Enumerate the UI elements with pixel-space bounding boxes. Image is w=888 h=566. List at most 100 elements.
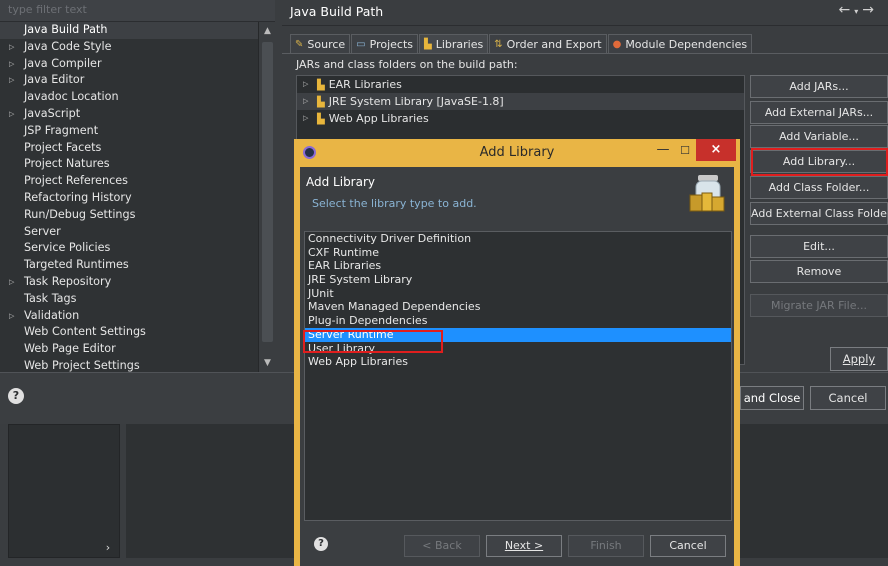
expand-arrow-icon[interactable]: ▷	[9, 56, 14, 73]
library-type-item[interactable]: JUnit	[305, 287, 731, 301]
tree-item-label: Project References	[24, 174, 128, 188]
library-type-item[interactable]: CXF Runtime	[305, 246, 731, 260]
lower-middle-panel	[126, 424, 296, 558]
tree-item[interactable]: ▷ Task Repository	[0, 274, 258, 291]
scroll-thumb[interactable]	[262, 42, 273, 342]
dialog-cancel-button[interactable]: Cancel	[650, 535, 726, 557]
forward-arrow-icon[interactable]: →	[862, 2, 878, 18]
tree-item[interactable]: ▷ Java Editor	[0, 72, 258, 89]
tree-item[interactable]: Refactoring History	[0, 190, 258, 207]
tree-item[interactable]: Task Tags	[0, 291, 258, 308]
tree-item[interactable]: ▷ Java Compiler	[0, 56, 258, 73]
library-type-item[interactable]: User Library	[305, 342, 731, 356]
back-arrow-icon[interactable]: ←	[839, 2, 855, 18]
tree-item[interactable]: Project Facets	[0, 140, 258, 157]
tab-order-and-export[interactable]: ⇅ Order and Export	[489, 34, 607, 53]
library-type-item[interactable]: Web App Libraries	[305, 355, 731, 369]
tree-item[interactable]: Web Page Editor	[0, 341, 258, 358]
tree-item[interactable]: Web Project Settings	[0, 358, 258, 372]
library-type-item[interactable]: Maven Managed Dependencies	[305, 300, 731, 314]
chevron-right-icon[interactable]: ›	[101, 541, 115, 555]
tree-item-label: Service Policies	[24, 241, 111, 255]
classpath-entry-label: EAR Libraries	[328, 78, 402, 91]
tree-item[interactable]: Service Policies	[0, 240, 258, 257]
expand-arrow-icon[interactable]: ▷	[9, 308, 14, 325]
add-jars-button[interactable]: Add JARs...	[750, 75, 888, 98]
next-button[interactable]: Next >	[486, 535, 562, 557]
scroll-up-icon[interactable]: ▲	[259, 24, 276, 38]
library-type-item[interactable]: Connectivity Driver Definition	[305, 232, 731, 246]
dialog-body: Connectivity Driver Definition CXF Runtim…	[300, 221, 734, 521]
add-external-jars-button[interactable]: Add External JARs...	[750, 101, 888, 124]
edit-button[interactable]: Edit...	[750, 235, 888, 258]
help-icon[interactable]: ?	[8, 388, 24, 404]
library-type-item[interactable]: Plug-in Dependencies	[305, 314, 731, 328]
apply-button[interactable]: Apply	[830, 347, 888, 371]
tree-item-label: Project Facets	[24, 140, 102, 154]
migrate-jar-file-button[interactable]: Migrate JAR File...	[750, 294, 888, 317]
apply-and-close-button[interactable]: and Close	[740, 386, 804, 410]
expand-arrow-icon[interactable]: ▷	[9, 39, 14, 56]
back-button[interactable]: < Back	[404, 535, 480, 557]
tree-item[interactable]: Web Content Settings	[0, 324, 258, 341]
library-icon: ▙	[317, 97, 325, 108]
classpath-entry[interactable]: ▷ ▙ EAR Libraries	[297, 76, 744, 93]
add-variable-button[interactable]: Add Variable...	[750, 125, 888, 148]
add-external-class-folder-button[interactable]: Add External Class Folder...	[750, 202, 888, 225]
tree-item-label: Targeted Runtimes	[24, 258, 129, 272]
filter-input[interactable]: type filter text	[0, 0, 275, 22]
tree-item[interactable]: Run/Debug Settings	[0, 207, 258, 224]
remove-button[interactable]: Remove	[750, 260, 888, 283]
maximize-icon[interactable]: ☐	[676, 143, 694, 159]
tree-item[interactable]: Project References	[0, 173, 258, 190]
tab-label: Projects	[369, 37, 413, 51]
finish-button[interactable]: Finish	[568, 535, 644, 557]
tree-item[interactable]: Project Natures	[0, 156, 258, 173]
library-type-item[interactable]: JRE System Library	[305, 273, 731, 287]
tree-item[interactable]: Targeted Runtimes	[0, 257, 258, 274]
tab-label: Module Dependencies	[625, 37, 748, 51]
expand-arrow-icon[interactable]: ▷	[303, 110, 308, 127]
dialog-titlebar[interactable]: Add Library — ☐ ×	[294, 139, 740, 167]
cancel-button[interactable]: Cancel	[810, 386, 886, 410]
expand-arrow-icon[interactable]: ▷	[303, 93, 308, 110]
library-jar-icon	[689, 175, 725, 212]
add-library-button[interactable]: Add Library...	[750, 150, 888, 173]
tree-item[interactable]: Java Build Path	[0, 22, 258, 39]
tree-item[interactable]: JSP Fragment	[0, 123, 258, 140]
tree-item[interactable]: ▷ Validation	[0, 308, 258, 325]
scroll-down-icon[interactable]: ▼	[259, 356, 276, 370]
library-type-item[interactable]: EAR Libraries	[305, 259, 731, 273]
expand-arrow-icon[interactable]: ▷	[9, 106, 14, 123]
dialog-header-subtitle: Select the library type to add.	[312, 197, 477, 210]
tree-item-label: Server	[24, 224, 61, 238]
minimize-icon[interactable]: —	[654, 143, 672, 159]
close-icon[interactable]: ×	[696, 139, 736, 161]
nav-arrows[interactable]: ←▾→	[839, 2, 878, 18]
add-class-folder-button[interactable]: Add Class Folder...	[750, 176, 888, 199]
expand-arrow-icon[interactable]: ▷	[9, 274, 14, 291]
properties-tree[interactable]: Java Build Path ▷ Java Code Style ▷ Java Com…	[0, 22, 258, 372]
tab-projects[interactable]: ▭ Projects	[351, 34, 418, 53]
library-type-item[interactable]: Server Runtime	[305, 327, 731, 342]
tree-scrollbar[interactable]: ▲ ▼	[258, 22, 275, 372]
tree-item-label: Validation	[24, 308, 80, 322]
classpath-entry[interactable]: ▷ ▙ Web App Libraries	[297, 110, 744, 127]
library-type-list[interactable]: Connectivity Driver Definition CXF Runtim…	[304, 231, 732, 521]
tab-strip: ✎ Source ▭ Projects ▙ Libraries ⇅ Order and Exp…	[290, 34, 753, 53]
tree-item-label: Web Page Editor	[24, 342, 116, 356]
tab-source[interactable]: ✎ Source	[290, 34, 351, 53]
tree-item[interactable]: Server	[0, 224, 258, 241]
expand-arrow-icon[interactable]: ▷	[303, 76, 308, 93]
dialog-title: Add Library	[479, 145, 555, 160]
tree-item[interactable]: Javadoc Location	[0, 89, 258, 106]
classpath-entry[interactable]: ▷ ▙ JRE System Library [JavaSE-1.8]	[297, 93, 744, 110]
tab-module-dependencies[interactable]: ● Module Dependencies	[607, 34, 753, 53]
tree-item[interactable]: ▷ Java Code Style	[0, 39, 258, 56]
expand-arrow-icon[interactable]: ▷	[9, 72, 14, 89]
tree-item-label: Web Project Settings	[24, 358, 140, 372]
tree-item[interactable]: ▷ JavaScript	[0, 106, 258, 123]
dialog-help-icon[interactable]: ?	[314, 537, 328, 551]
classpath-entry-label: Web App Libraries	[328, 112, 429, 125]
tab-libraries[interactable]: ▙ Libraries	[419, 34, 489, 53]
